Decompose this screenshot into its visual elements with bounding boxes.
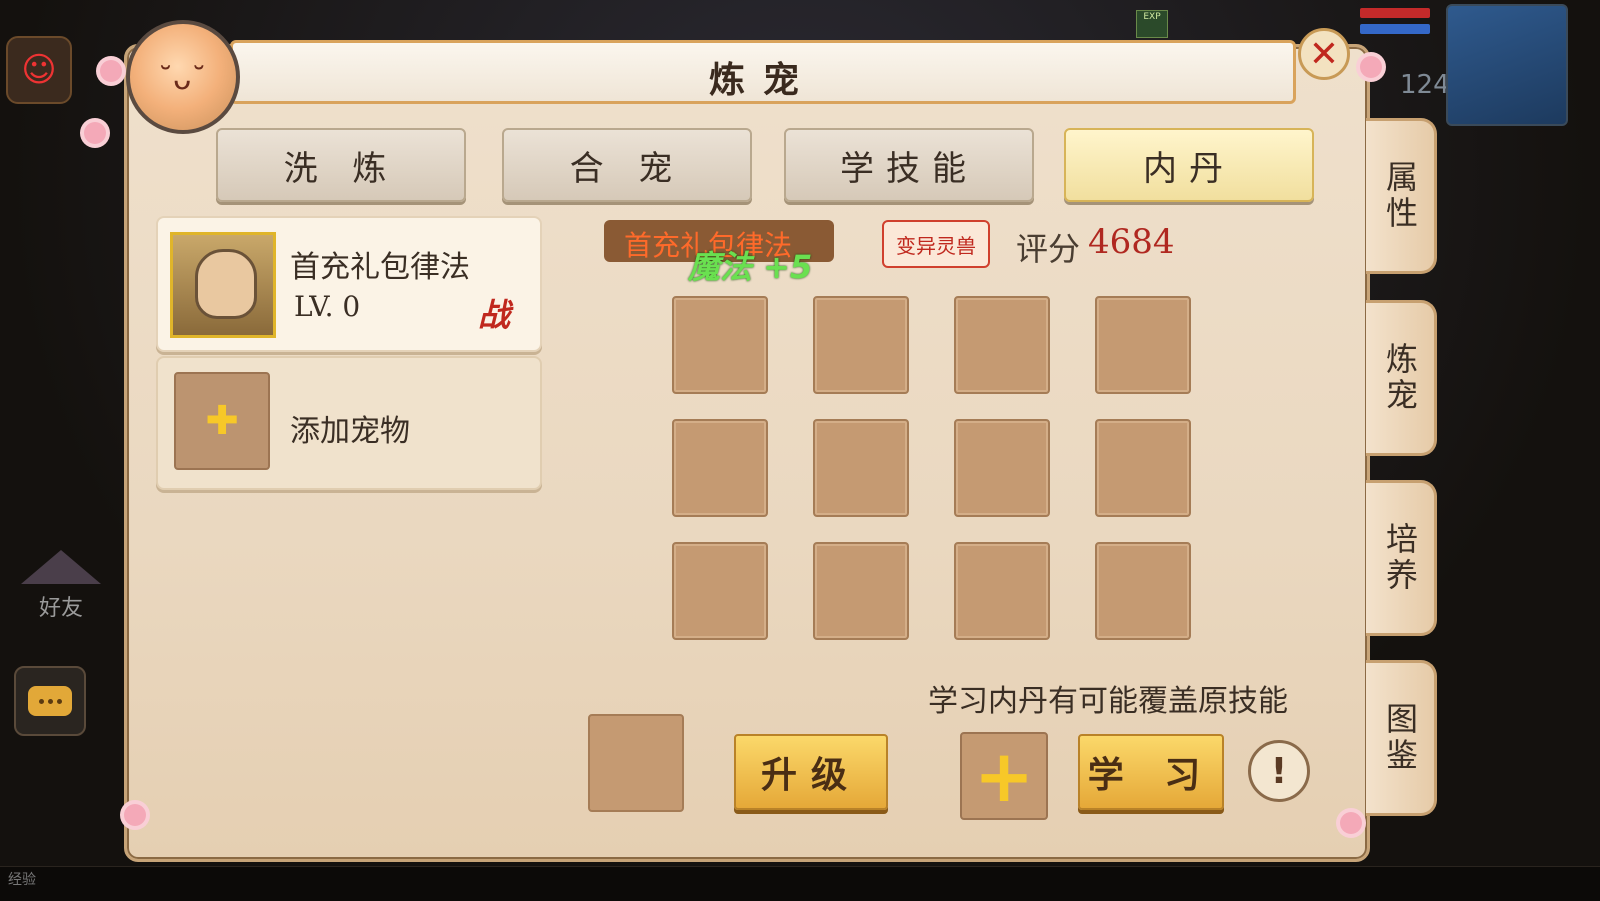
title-bar: 炼宠	[230, 40, 1296, 104]
score-label: 评分	[1016, 230, 1081, 268]
mutant-badge: 变异灵兽	[882, 220, 990, 268]
pet-level: LV. 0	[294, 290, 361, 323]
add-pet-plus-icon: ✚	[174, 372, 270, 470]
pet-avatar	[170, 232, 276, 338]
player-status-bars	[1360, 4, 1448, 60]
pet-portrait-icon[interactable]	[1446, 4, 1568, 126]
friends-icon	[21, 550, 101, 584]
experience-bar: 经验	[0, 866, 1600, 901]
close-icon: ✕	[1308, 33, 1340, 75]
player-avatar-icon[interactable]: ☺	[6, 36, 72, 104]
mp-bar	[1360, 24, 1430, 34]
inner-pill-slot[interactable]	[954, 542, 1050, 640]
experience-label: 经验	[8, 872, 36, 888]
flower-decoration-icon	[84, 122, 106, 144]
inner-pill-slot[interactable]	[813, 296, 909, 394]
window-title: 炼宠	[708, 60, 817, 101]
add-pet-item[interactable]: ✚ 添加宠物	[156, 356, 542, 490]
flower-decoration-icon	[124, 804, 146, 826]
score-value: 4684	[1088, 222, 1175, 262]
player-level: 124	[1400, 70, 1450, 100]
inner-pill-slot[interactable]	[1095, 296, 1191, 394]
tab-wash[interactable]: 洗 炼	[216, 128, 466, 202]
inner-pill-slot[interactable]	[954, 419, 1050, 517]
flower-decoration-icon	[1340, 812, 1362, 834]
info-button[interactable]: !	[1248, 740, 1310, 802]
friends-label: 好友	[38, 596, 83, 621]
add-pill-button[interactable]: +	[960, 732, 1048, 820]
exp-badge: EXP	[1136, 10, 1168, 38]
tab-inner-pill[interactable]: 内丹	[1064, 128, 1314, 202]
pet-face-icon	[195, 249, 257, 319]
inner-pill-slot[interactable]	[1095, 419, 1191, 517]
learn-button[interactable]: 学 习	[1078, 734, 1224, 810]
add-pet-label: 添加宠物	[290, 414, 410, 449]
side-tab-attributes[interactable]: 属性	[1366, 118, 1437, 274]
inner-pill-slot[interactable]	[954, 296, 1050, 394]
selected-pill-slot[interactable]	[588, 714, 684, 812]
chat-button[interactable]	[14, 666, 86, 736]
tab-combine[interactable]: 合 宠	[502, 128, 752, 202]
side-tab-refine[interactable]: 炼宠	[1366, 300, 1437, 456]
inner-pill-slot[interactable]	[1095, 542, 1191, 640]
inner-pill-slot[interactable]	[672, 419, 768, 517]
inner-pill-slot[interactable]	[813, 542, 909, 640]
chat-icon	[28, 686, 72, 716]
friends-button[interactable]: 好友	[16, 550, 106, 630]
side-tab-train[interactable]: 培养	[1366, 480, 1437, 636]
tab-learn-skill[interactable]: 学技能	[784, 128, 1034, 202]
inner-pill-slot[interactable]	[813, 419, 909, 517]
side-tab-codex[interactable]: 图鉴	[1366, 660, 1437, 816]
learn-hint-text: 学习内丹有可能覆盖原技能	[928, 684, 1288, 719]
mascot-avatar-icon: ˘ᴗ˘	[126, 20, 240, 134]
battle-status-badge: 战	[478, 296, 511, 334]
magic-bonus-text: 魔法 +5	[688, 248, 813, 286]
flower-decoration-icon	[100, 60, 122, 82]
flower-decoration-icon	[1360, 56, 1382, 78]
pet-skill-tag: 首充礼包律法 魔法 +5	[604, 220, 834, 286]
inner-pill-slot[interactable]	[672, 296, 768, 394]
inner-pill-slot[interactable]	[672, 542, 768, 640]
upgrade-button[interactable]: 升级	[734, 734, 888, 810]
close-button[interactable]: ✕	[1298, 28, 1350, 80]
pet-name: 首充礼包律法	[290, 250, 470, 285]
hp-bar	[1360, 8, 1430, 18]
pet-list-item-selected[interactable]: 首充礼包律法 LV. 0 战	[156, 216, 542, 352]
